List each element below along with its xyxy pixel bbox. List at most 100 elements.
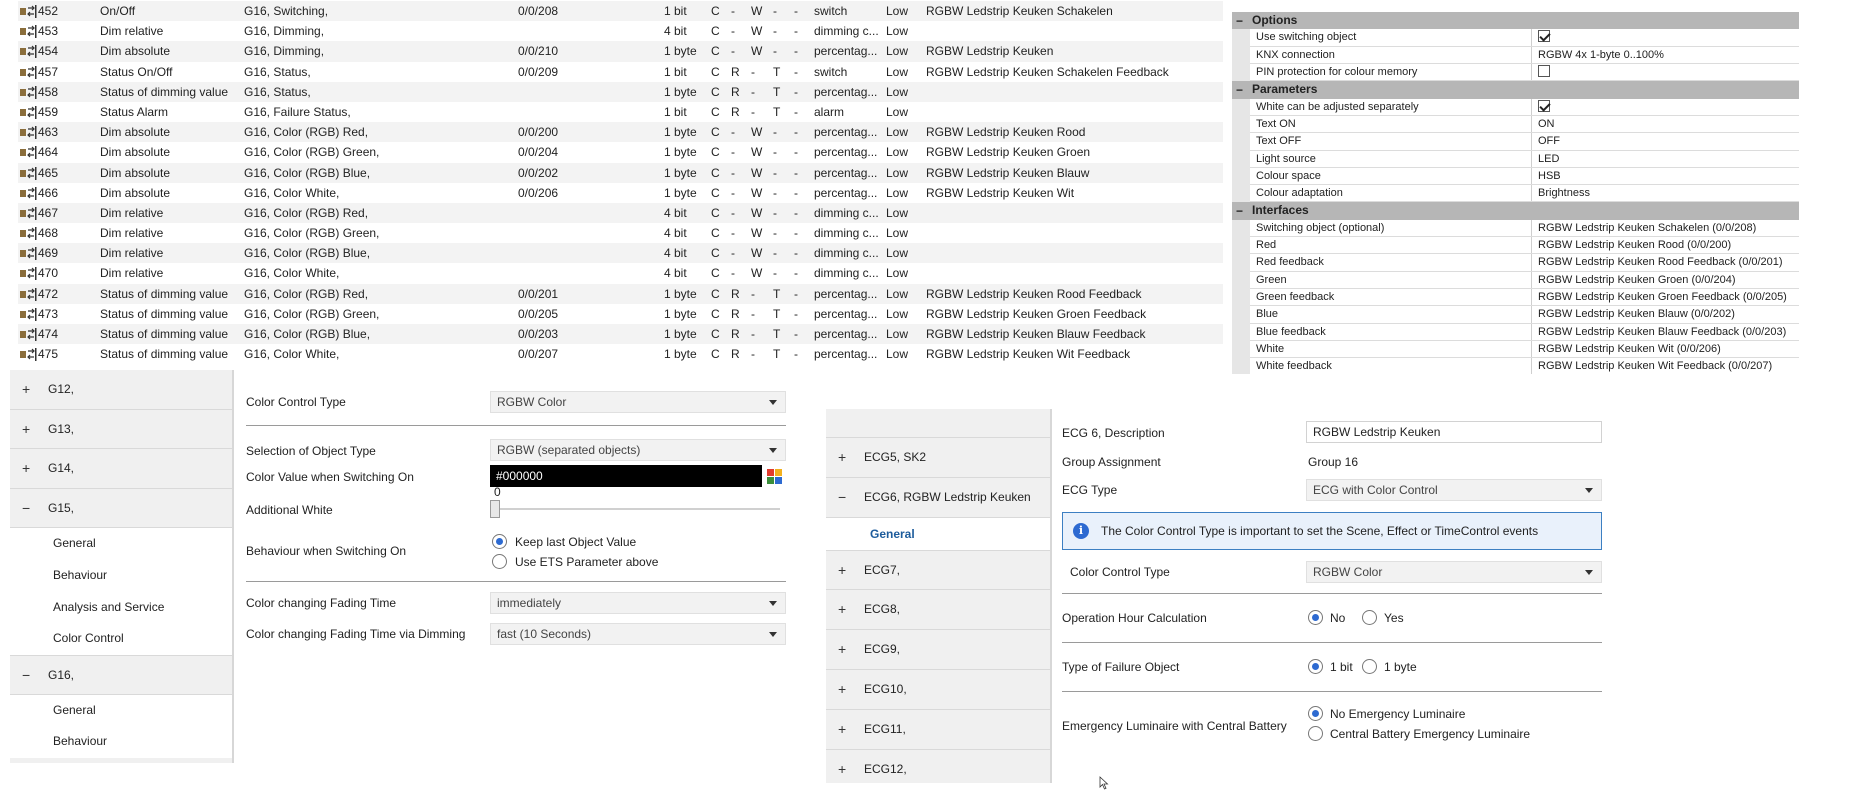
table-row[interactable]: 472 Status of dimming value G16, Color (RG… xyxy=(18,283,1223,304)
property-category[interactable]: − Interfaces xyxy=(1232,202,1799,220)
property-value-cell[interactable]: RGBW Ledstrip Keuken Wit Feedback (0/0/2… xyxy=(1538,358,1799,374)
radio-failure-1byte[interactable] xyxy=(1362,659,1377,674)
color-control-type-dropdown[interactable]: RGBW Color xyxy=(1306,561,1602,583)
radio-operation-yes[interactable] xyxy=(1362,610,1377,625)
expand-icon[interactable]: + xyxy=(838,438,846,478)
tree-node-g15[interactable]: − G15, xyxy=(10,489,232,529)
property-value-cell[interactable]: LED xyxy=(1538,151,1799,168)
tree-node-ecg[interactable]: + ECG12, xyxy=(826,750,1050,783)
property-value-cell[interactable]: RGBW Ledstrip Keuken Schakelen (0/0/208) xyxy=(1538,220,1799,237)
property-value-cell[interactable]: Brightness xyxy=(1538,185,1799,202)
property-row[interactable]: Text ON ON xyxy=(1250,115,1799,134)
color-control-type-dropdown[interactable]: RGBW Color xyxy=(490,391,786,413)
checkbox[interactable] xyxy=(1538,30,1550,43)
tree-child-item[interactable]: Behaviour xyxy=(10,726,232,759)
table-row[interactable]: 475 Status of dimming value G16, Color Whi… xyxy=(18,344,1223,364)
collapse-icon[interactable]: − xyxy=(22,656,30,696)
table-row[interactable]: 464 Dim absolute G16, Color (RGB) Green, 0/… xyxy=(18,142,1223,162)
property-value-cell[interactable]: RGBW Ledstrip Keuken Rood Feedback (0/0/… xyxy=(1538,254,1799,271)
property-category[interactable]: − Options xyxy=(1232,12,1799,30)
tree-child-item[interactable]: General xyxy=(10,694,232,727)
property-row[interactable]: White can be adjusted separately xyxy=(1250,98,1799,116)
tree-node-ecg[interactable]: + ECG7, xyxy=(826,551,1050,591)
table-row[interactable]: 463 Dim absolute G16, Color (RGB) Red, 0/0/… xyxy=(18,122,1223,143)
checkbox[interactable] xyxy=(1538,65,1550,78)
tree-child-item[interactable]: Behaviour xyxy=(10,560,232,592)
property-value-cell[interactable]: RGBW Ledstrip Keuken Rood (0/0/200) xyxy=(1538,237,1799,254)
radio-central-battery[interactable] xyxy=(1308,726,1323,741)
tree-node-g14[interactable]: + G14, xyxy=(10,449,232,489)
tree-node-ecg5[interactable]: + ECG5, SK2 xyxy=(826,438,1050,478)
property-row[interactable]: Text OFF OFF xyxy=(1250,133,1799,151)
property-row[interactable]: KNX connection RGBW 4x 1-byte 0..100% xyxy=(1250,46,1799,64)
expand-icon[interactable]: + xyxy=(838,670,846,710)
property-row[interactable]: White feedback RGBW Ledstrip Keuken Wit F… xyxy=(1250,358,1799,374)
property-value-cell[interactable] xyxy=(1538,29,1799,46)
property-value-cell[interactable] xyxy=(1538,64,1799,81)
tree-node-ecg[interactable]: + ECG9, xyxy=(826,630,1050,670)
property-value-cell[interactable]: RGBW Ledstrip Keuken Blauw Feedback (0/0… xyxy=(1538,324,1799,341)
property-value-cell[interactable]: RGBW Ledstrip Keuken Wit (0/0/206) xyxy=(1538,341,1799,358)
radio-operation-no[interactable] xyxy=(1308,610,1323,625)
property-row[interactable]: Green feedback RGBW Ledstrip Keuken Groen… xyxy=(1250,289,1799,307)
property-value-cell[interactable]: RGBW Ledstrip Keuken Groen Feedback (0/0… xyxy=(1538,289,1799,306)
selection-object-type-dropdown[interactable]: RGBW (separated objects) xyxy=(490,439,786,461)
tree-node-g13[interactable]: + G13, xyxy=(10,410,232,450)
collapse-icon[interactable]: − xyxy=(1236,13,1243,30)
tree-child-item[interactable]: Analysis and Service xyxy=(10,591,232,624)
tree-node-g16[interactable]: − G16, xyxy=(10,655,232,695)
expand-icon[interactable]: + xyxy=(22,449,30,489)
tree-node-ecg[interactable]: + ECG11, xyxy=(826,710,1050,750)
ecg-description-input[interactable]: RGBW Ledstrip Keuken xyxy=(1306,421,1602,443)
property-row[interactable]: Blue feedback RGBW Ledstrip Keuken Blauw … xyxy=(1250,323,1799,341)
checkbox[interactable] xyxy=(1538,99,1550,112)
expand-icon[interactable]: + xyxy=(22,370,30,410)
expand-icon[interactable]: + xyxy=(22,410,30,450)
property-value-cell[interactable]: RGBW Ledstrip Keuken Groen (0/0/204) xyxy=(1538,272,1799,289)
property-row[interactable]: Light source LED xyxy=(1250,150,1799,168)
property-row[interactable]: White RGBW Ledstrip Keuken Wit (0/0/206) xyxy=(1250,340,1799,359)
tree-node-ecg6[interactable]: − ECG6, RGBW Ledstrip Keuken xyxy=(826,478,1050,518)
tree-child-item[interactable]: Color Control xyxy=(10,623,232,656)
property-row[interactable]: Red feedback RGBW Ledstrip Keuken Rood Fe… xyxy=(1250,254,1799,272)
tree-node-ecg[interactable]: + ECG10, xyxy=(826,670,1050,710)
table-row[interactable]: 470 Dim relative G16, Color White, 4 bit C - W… xyxy=(18,263,1223,283)
table-row[interactable]: 453 Dim relative G16, Dimming, 4 bit C - W - - di… xyxy=(18,21,1223,41)
slider-thumb[interactable] xyxy=(490,500,500,518)
property-row[interactable]: PIN protection for colour memory xyxy=(1250,63,1799,82)
table-row[interactable]: 466 Dim absolute G16, Color White, 0/0/206 1… xyxy=(18,183,1223,203)
tree-item-general-selected[interactable]: General xyxy=(826,517,1050,551)
expand-icon[interactable]: + xyxy=(838,551,846,591)
property-row[interactable]: Colour adaptation Brightness xyxy=(1250,185,1799,203)
radio-keep-last[interactable] xyxy=(492,534,507,549)
property-row[interactable]: Switching object (optional) RGBW Ledstrip… xyxy=(1250,219,1799,238)
table-row[interactable]: 459 Status Alarm G16, Failure Status, 1 bit… xyxy=(18,102,1223,122)
collapse-icon[interactable]: − xyxy=(1236,82,1243,99)
expand-icon[interactable]: + xyxy=(838,750,846,783)
table-row[interactable]: 473 Status of dimming value G16, Color (RG… xyxy=(18,304,1223,324)
collapse-icon[interactable]: − xyxy=(1236,203,1243,220)
property-row[interactable]: Use switching object xyxy=(1250,29,1799,47)
collapse-icon[interactable]: − xyxy=(838,478,846,518)
property-category[interactable]: − Parameters xyxy=(1232,81,1799,99)
tree-node-g12[interactable]: + G12, xyxy=(10,370,232,410)
expand-icon[interactable]: + xyxy=(838,710,846,750)
property-value-cell[interactable]: RGBW 4x 1-byte 0..100% xyxy=(1538,47,1799,64)
table-row[interactable]: 469 Dim relative G16, Color (RGB) Blue, 4 b… xyxy=(18,243,1223,264)
collapse-icon[interactable]: − xyxy=(22,489,30,529)
property-value-cell[interactable]: OFF xyxy=(1538,133,1799,150)
expand-icon[interactable]: + xyxy=(838,630,846,670)
color-value-input[interactable]: #000000 xyxy=(490,465,762,487)
slider-track[interactable] xyxy=(490,508,780,510)
radio-no-emergency[interactable] xyxy=(1308,706,1323,721)
table-row[interactable]: 452 On/Off G16, Switching, 0/0/208 1 bit C - W -… xyxy=(18,1,1223,22)
property-row[interactable]: Colour space HSB xyxy=(1250,167,1799,186)
property-value-cell[interactable]: RGBW Ledstrip Keuken Blauw (0/0/202) xyxy=(1538,306,1799,323)
color-palette-icon[interactable] xyxy=(767,469,782,484)
fading-time-dimming-dropdown[interactable]: fast (10 Seconds) xyxy=(490,623,786,645)
property-value-cell[interactable]: ON xyxy=(1538,116,1799,133)
property-value-cell[interactable] xyxy=(1538,99,1799,116)
table-row[interactable]: 468 Dim relative G16, Color (RGB) Green, 4 … xyxy=(18,223,1223,243)
table-row[interactable]: 454 Dim absolute G16, Dimming, 0/0/210 1 byt… xyxy=(18,41,1223,62)
tree-node-ecg[interactable]: + ECG8, xyxy=(826,590,1050,631)
